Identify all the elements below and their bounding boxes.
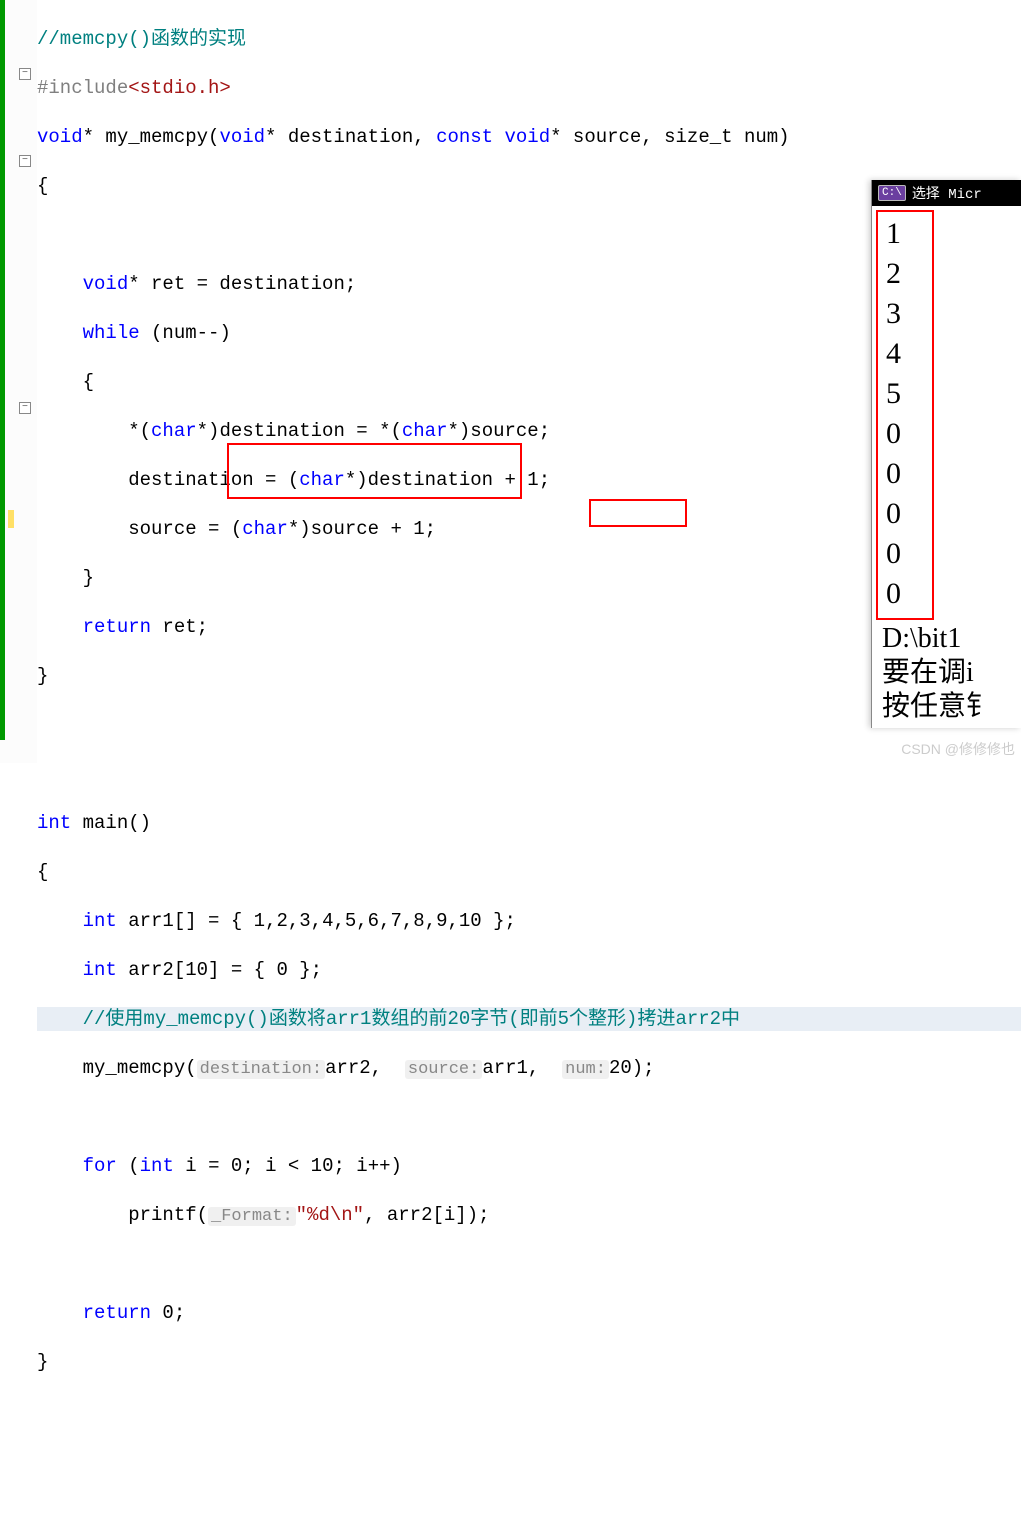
changed-bar [0, 0, 5, 740]
code-keyword: int [140, 1155, 174, 1177]
code-text: } [37, 665, 48, 687]
code-text: 20); [609, 1057, 655, 1079]
code-keyword: const [436, 126, 493, 148]
code-text: } [37, 1351, 48, 1373]
param-hint: num: [562, 1060, 609, 1079]
console-title-text: 选择 Micr [912, 183, 982, 203]
yellow-marker [8, 510, 14, 528]
fold-icon[interactable]: − [19, 68, 31, 80]
code-text [493, 126, 504, 148]
code-text: *)destination = *( [197, 420, 402, 442]
param-hint: source: [405, 1060, 482, 1079]
code-text: my_memcpy( [37, 1057, 197, 1079]
code-text: *( [37, 420, 151, 442]
code-text: { [37, 371, 94, 393]
watermark: CSDN @修修修也 [901, 739, 1015, 759]
code-keyword: int [37, 959, 117, 981]
fold-icon[interactable]: − [19, 155, 31, 167]
code-keyword: return [37, 616, 151, 638]
code-text: *)source; [447, 420, 550, 442]
editor-gutter: − − − [0, 0, 37, 763]
code-text: arr2[10] [117, 959, 220, 981]
code-text: (num--) [140, 322, 231, 344]
fold-icon[interactable]: − [19, 402, 31, 414]
code-keyword: void [219, 126, 265, 148]
code-keyword: int [37, 812, 71, 834]
console-window: C:\ 选择 Micr 1 2 3 4 5 0 0 0 0 0 D:\bit1 … [871, 180, 1021, 728]
code-text: printf( [37, 1204, 208, 1226]
code-text: *)source + 1; [288, 518, 436, 540]
code-text: arr1[] = [117, 910, 231, 932]
code-text: * source, size_t num) [550, 126, 789, 148]
code-text: #include [37, 77, 128, 99]
code-keyword: return [37, 1302, 151, 1324]
highlight-box-text [589, 499, 687, 527]
code-text: ret; [151, 616, 208, 638]
code-editor: − − − //memcpy()函数的实现 #include<stdio.h> … [0, 0, 1021, 763]
console-line: D:\bit1 [882, 622, 1017, 656]
code-text: { [37, 861, 48, 883]
code-keyword: char [402, 420, 448, 442]
code-comment: //memcpy()函数的实现 [37, 28, 246, 50]
code-text: = { 0 }; [219, 959, 322, 981]
code-keyword: void [37, 273, 128, 295]
code-keyword: while [37, 322, 140, 344]
code-keyword: void [505, 126, 551, 148]
code-comment: //使用my_memcpy()函数将arr1数组的前20字节(即前5个整形)拷进… [37, 1008, 740, 1030]
console-titlebar[interactable]: C:\ 选择 Micr [872, 180, 1021, 206]
param-hint: destination: [197, 1060, 325, 1079]
highlight-box-arr [227, 443, 522, 499]
code-text: main() [71, 812, 151, 834]
code-keyword: int [37, 910, 117, 932]
console-extra: D:\bit1 要在调i 按任意钅 [872, 618, 1021, 728]
code-text: { [37, 175, 48, 197]
code-text: source = ( [37, 518, 242, 540]
code-keyword: char [242, 518, 288, 540]
code-text: arr1, [482, 1057, 550, 1079]
code-text: } [37, 567, 94, 589]
code-text: i = 0; i < 10; i++) [174, 1155, 402, 1177]
code-keyword: for [37, 1155, 117, 1177]
code-text: 0; [151, 1302, 185, 1324]
code-text: * destination, [265, 126, 436, 148]
code-text: arr2, [325, 1057, 393, 1079]
highlight-box-output [876, 210, 934, 620]
code-string: "%d\n" [296, 1204, 364, 1226]
code-text: { 1,2,3,4,5,6,7,8,9,10 }; [231, 910, 516, 932]
code-text: * ret = destination; [128, 273, 356, 295]
console-line: 按任意钅 [882, 690, 1017, 724]
code-text: <stdio.h> [128, 77, 231, 99]
param-hint: _Format: [208, 1207, 296, 1226]
code-text: , arr2[i]); [364, 1204, 489, 1226]
code-text: ( [117, 1155, 140, 1177]
code-keyword: char [151, 420, 197, 442]
code-keyword: void [37, 126, 83, 148]
code-text: * my_memcpy( [83, 126, 220, 148]
console-line: 要在调i [882, 656, 1017, 690]
console-icon: C:\ [878, 185, 906, 201]
